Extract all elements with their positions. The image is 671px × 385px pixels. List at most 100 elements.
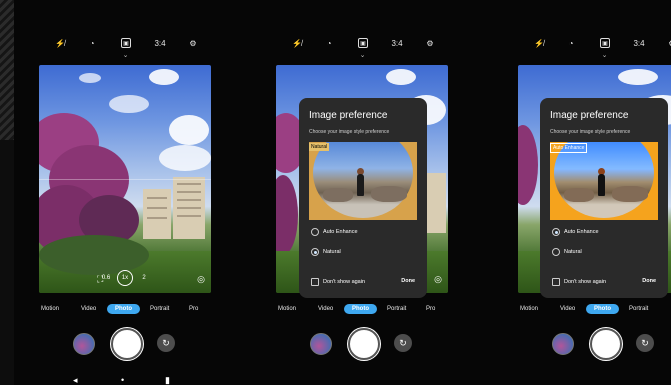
motion-photo-icon[interactable]: ▣ (121, 38, 131, 48)
radio-natural[interactable] (552, 248, 560, 256)
gallery-thumbnail[interactable] (310, 333, 332, 355)
mode-selector: Motion Video Photo Portrait (512, 304, 671, 318)
side-texture (0, 0, 14, 140)
cloud (169, 115, 209, 145)
radio-natural[interactable] (311, 248, 319, 256)
mode-video[interactable]: Video (318, 306, 333, 312)
chevron-down-icon[interactable]: ⌄ (270, 52, 455, 60)
aspect-ratio-icon[interactable]: 3:4 (632, 36, 646, 50)
top-toolbar: ⚡̸ ◔ ▣ 3:4 ⚙ (33, 36, 218, 50)
mode-portrait[interactable]: Portrait (150, 306, 169, 312)
mode-photo[interactable]: Photo (107, 304, 140, 314)
switch-camera-icon[interactable]: ↻ (157, 334, 175, 352)
phone-screen-1: ⚡̸ ◔ ▣ 3:4 ⚙ ⌄ ⛶ 0.6 1x 2 ◎ Motion Video… (33, 0, 218, 385)
chevron-down-icon[interactable]: ⌄ (33, 52, 218, 60)
mode-portrait[interactable]: Portrait (629, 306, 648, 312)
preview-image (309, 142, 417, 220)
building (426, 173, 446, 233)
top-toolbar: ⚡̸ ◔ ▣ 3:4 ⚙ (270, 36, 455, 50)
zoom-selector: 0.6 1x 2 (99, 270, 151, 286)
done-button[interactable]: Done (642, 278, 656, 284)
back-nav-icon[interactable]: ◂ (73, 376, 78, 385)
image-preference-dialog: Image preference Choose your image style… (540, 98, 668, 298)
checkbox-icon[interactable] (311, 278, 319, 286)
flash-off-icon[interactable]: ⚡̸ (290, 36, 304, 50)
system-navbar: ◂ • ▮ (33, 376, 218, 385)
mode-photo[interactable]: Photo (344, 304, 377, 314)
cloud (109, 95, 149, 113)
shutter-button[interactable] (348, 328, 380, 360)
aspect-ratio-icon[interactable]: 3:4 (153, 36, 167, 50)
option-natural[interactable]: Natural (311, 248, 341, 256)
settings-icon[interactable]: ⚙ (186, 36, 200, 50)
preview-image (550, 142, 658, 220)
cloud (386, 69, 416, 85)
switch-camera-icon[interactable]: ↻ (394, 334, 412, 352)
mode-video[interactable]: Video (81, 306, 96, 312)
shutter-button[interactable] (590, 328, 622, 360)
option-natural-label: Natural (564, 249, 582, 255)
zoom-2x-button[interactable]: 2 (137, 271, 151, 285)
dont-show-again-checkbox[interactable]: Don't show again (311, 278, 365, 286)
home-nav-icon[interactable]: • (121, 376, 124, 385)
zoom-1x-button[interactable]: 1x (117, 270, 133, 286)
aspect-ratio-label: 3:4 (633, 38, 645, 48)
scene-detect-icon[interactable]: ◎ (434, 274, 442, 285)
switch-camera-icon[interactable]: ↻ (636, 334, 654, 352)
zoom-wide-button[interactable]: 0.6 (99, 271, 113, 285)
aspect-ratio-icon[interactable]: 3:4 (390, 36, 404, 50)
flash-off-icon[interactable]: ⚡̸ (53, 36, 67, 50)
phone-screen-3: ⚡̸ ◔ ▣ 3:4 ⚙ ⌄ Image preference Choose y… (512, 0, 671, 385)
scene-detect-icon[interactable]: ◎ (197, 274, 205, 285)
gallery-thumbnail[interactable] (552, 333, 574, 355)
dialog-title: Image preference (550, 110, 629, 121)
option-auto-enhance[interactable]: Auto Enhance (552, 228, 599, 236)
mode-motion[interactable]: Motion (278, 306, 296, 312)
side-edge (0, 140, 14, 385)
dialog-subtitle: Choose your image style preference (309, 129, 390, 135)
chevron-down-icon[interactable]: ⌄ (512, 52, 671, 60)
cloud (149, 69, 179, 85)
dialog-title: Image preference (309, 110, 388, 121)
viewfinder[interactable]: ⛶ 0.6 1x 2 ◎ (39, 65, 211, 293)
mode-pro[interactable]: Pro (426, 306, 435, 312)
option-auto-enhance-label: Auto Enhance (564, 229, 599, 235)
gallery-thumbnail[interactable] (73, 333, 95, 355)
mode-selector: Motion Video Photo Portrait Pro (270, 304, 455, 318)
checkbox-icon[interactable] (552, 278, 560, 286)
timer-icon[interactable]: ◔ (85, 36, 99, 50)
aspect-ratio-label: 3:4 (154, 38, 166, 48)
dont-show-again-label: Don't show again (564, 279, 607, 285)
radio-auto-enhance[interactable] (552, 228, 560, 236)
dont-show-again-checkbox[interactable]: Don't show again (552, 278, 606, 286)
shutter-button[interactable] (111, 328, 143, 360)
motion-photo-icon[interactable]: ▣ (600, 38, 610, 48)
motion-photo-icon[interactable]: ▣ (358, 38, 368, 48)
settings-icon[interactable]: ⚙ (665, 36, 671, 50)
building (173, 177, 205, 239)
option-natural[interactable]: Natural (552, 248, 582, 256)
mode-portrait[interactable]: Portrait (387, 306, 406, 312)
aspect-ratio-label: 3:4 (391, 38, 403, 48)
mode-video[interactable]: Video (560, 306, 575, 312)
option-auto-enhance[interactable]: Auto Enhance (311, 228, 358, 236)
option-auto-enhance-label: Auto Enhance (323, 229, 358, 235)
cloud (618, 69, 658, 85)
done-button[interactable]: Done (401, 278, 415, 284)
camera-screens-composite: ⚡̸ ◔ ▣ 3:4 ⚙ ⌄ ⛶ 0.6 1x 2 ◎ Motion Video… (0, 0, 671, 385)
timer-icon[interactable]: ◔ (564, 36, 578, 50)
settings-icon[interactable]: ⚙ (423, 36, 437, 50)
recents-nav-icon[interactable]: ▮ (165, 376, 170, 385)
option-natural-label: Natural (323, 249, 341, 255)
image-preference-dialog: Image preference Choose your image style… (299, 98, 427, 298)
bushes (39, 235, 149, 275)
radio-auto-enhance[interactable] (311, 228, 319, 236)
flash-off-icon[interactable]: ⚡̸ (532, 36, 546, 50)
timer-icon[interactable]: ◔ (322, 36, 336, 50)
mode-photo[interactable]: Photo (586, 304, 619, 314)
cloud (159, 145, 211, 171)
mode-motion[interactable]: Motion (520, 306, 538, 312)
mode-motion[interactable]: Motion (41, 306, 59, 312)
tree-foliage (276, 175, 298, 255)
mode-pro[interactable]: Pro (189, 306, 198, 312)
